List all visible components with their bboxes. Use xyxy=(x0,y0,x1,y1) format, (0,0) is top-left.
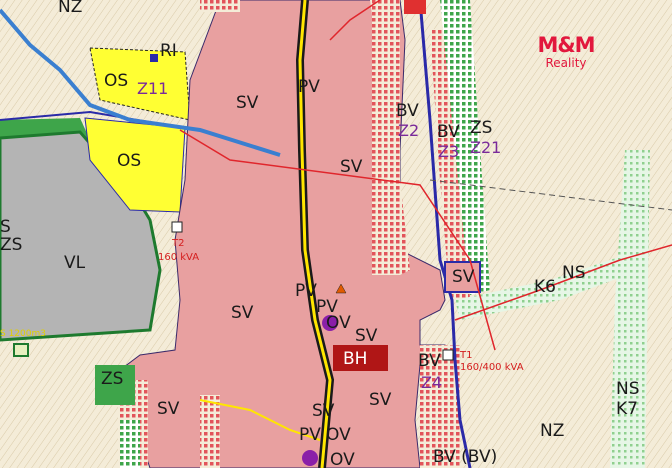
label-os-mid: OS xyxy=(117,151,141,171)
brand-sub-text: Reality xyxy=(545,56,587,70)
label-z21: Z21 xyxy=(470,138,501,157)
label-vl: VL xyxy=(64,253,86,273)
label-bv-bottom: BV (BV) xyxy=(433,447,497,467)
t1-name: T1 xyxy=(459,350,472,361)
label-nz-bottom: NZ xyxy=(540,421,564,441)
vl-marker-icon xyxy=(13,343,29,357)
label-pv-top: PV xyxy=(298,77,320,97)
label-bh: BH xyxy=(343,349,367,369)
housing-bv-top xyxy=(200,0,240,12)
red-block-icon xyxy=(404,0,426,14)
transformer-t2-icon xyxy=(171,221,183,233)
label-pv-bottom: PV xyxy=(299,425,321,445)
label-sv-bottom-center: SV xyxy=(369,390,392,410)
label-bv-top: BV xyxy=(396,101,419,121)
label-sv-mid: SV xyxy=(340,157,363,177)
label-zs-left: ZS xyxy=(0,235,22,255)
housing-bv-z2-strip xyxy=(372,0,400,275)
label-sv-bottom-mid: SV xyxy=(312,401,335,421)
label-sv-center: SV xyxy=(231,303,254,323)
greenery-small-bottom xyxy=(120,420,140,468)
label-ov-bottom2: OV xyxy=(330,450,355,468)
label-pv-center: PV xyxy=(295,281,317,301)
label-nz-top: NZ xyxy=(58,0,82,17)
transformer-t1-icon xyxy=(442,349,454,361)
ri-marker-icon xyxy=(150,54,158,62)
t1-power: 160/400 kVA xyxy=(460,362,524,373)
label-ns-k6: NS xyxy=(562,263,586,283)
brand-logo: M&M Reality xyxy=(528,34,604,70)
ov-marker-bottom xyxy=(302,450,318,466)
label-sv-right-mid: SV xyxy=(355,326,378,346)
area-note: S 1200m3 xyxy=(0,329,46,339)
label-zs-z21: ZS xyxy=(470,118,492,138)
label-k6: K6 xyxy=(534,277,556,297)
label-k7: K7 xyxy=(616,399,638,419)
label-bv-z4: BV xyxy=(418,351,441,371)
label-ri: RI xyxy=(160,41,177,61)
brand-logo-text: M&M xyxy=(537,33,595,57)
label-bv-z3: BV xyxy=(437,122,460,142)
label-z2: Z2 xyxy=(398,121,419,140)
label-sv-k6: SV xyxy=(452,267,475,287)
label-z3: Z3 xyxy=(438,142,459,161)
label-sv-top: SV xyxy=(236,93,259,113)
zoning-map[interactable]: NZ RI OS Z11 OS SV PV BV Z2 BV Z3 ZS Z21… xyxy=(0,0,672,468)
t2-name: T2 xyxy=(171,238,184,249)
label-z4: Z4 xyxy=(421,373,442,392)
label-os-top: OS xyxy=(104,71,128,91)
label-s-left: S xyxy=(0,217,11,237)
label-sv-bottom-left: SV xyxy=(157,399,180,419)
label-ov-center: OV xyxy=(326,313,351,333)
housing-bv-bottom-mid xyxy=(200,395,220,468)
label-ns-k7: NS xyxy=(616,379,640,399)
t2-power: 160 kVA xyxy=(158,252,199,263)
label-z11: Z11 xyxy=(137,79,168,98)
label-zs-bottom: ZS xyxy=(101,369,123,389)
label-ov-bottom: OV xyxy=(326,425,351,445)
map-canvas: NZ RI OS Z11 OS SV PV BV Z2 BV Z3 ZS Z21… xyxy=(0,0,672,468)
